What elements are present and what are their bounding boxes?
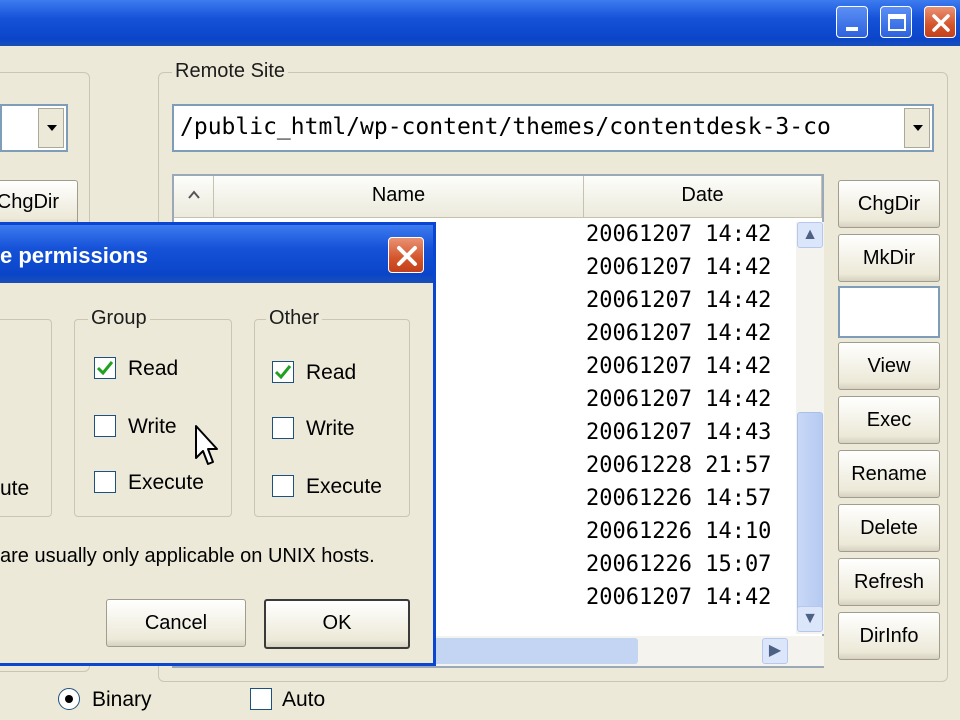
scrollbar-thumb[interactable]: [428, 638, 638, 664]
vertical-scrollbar[interactable]: ▲ ▼: [796, 222, 824, 634]
scroll-up-icon[interactable]: ▲: [797, 222, 823, 248]
dirinfo-button[interactable]: DirInfo: [838, 612, 940, 660]
maximize-icon[interactable]: [880, 6, 912, 38]
list-item-date[interactable]: 20061207 14:43: [586, 420, 794, 453]
list-item-date[interactable]: 20061226 15:07: [586, 552, 794, 585]
chevron-down-icon[interactable]: [38, 108, 64, 148]
minimize-icon[interactable]: [836, 6, 868, 38]
list-item-date[interactable]: 20061207 14:42: [586, 354, 794, 387]
remote-path-combo[interactable]: /public_html/wp-content/themes/contentde…: [172, 104, 934, 152]
rename-button[interactable]: Rename: [838, 450, 940, 498]
column-header-name[interactable]: Name: [214, 176, 584, 218]
list-item-date[interactable]: 20061226 14:10: [586, 519, 794, 552]
group-label: Group: [88, 307, 150, 330]
group-execute-checkbox[interactable]: [94, 471, 116, 493]
ok-button[interactable]: OK: [264, 599, 410, 649]
cancel-button[interactable]: Cancel: [106, 599, 246, 647]
group-read-label: Read: [128, 357, 179, 380]
column-header-date[interactable]: Date: [584, 176, 822, 218]
list-item-date[interactable]: 20061228 21:57: [586, 453, 794, 486]
other-label: Other: [266, 307, 323, 330]
auto-checkbox[interactable]: [250, 688, 272, 710]
scroll-right-icon[interactable]: ▶: [762, 638, 788, 664]
remote-filter-input[interactable]: [838, 286, 940, 338]
list-item-date[interactable]: 20061207 14:42: [586, 387, 794, 420]
list-item-date[interactable]: 20061207 14:42: [586, 585, 794, 618]
exec-button[interactable]: Exec: [838, 396, 940, 444]
other-write-label: Write: [306, 417, 355, 440]
sort-up-icon[interactable]: [174, 176, 214, 218]
auto-label: Auto: [282, 688, 326, 711]
close-icon[interactable]: [924, 6, 956, 38]
local-chgdir-button[interactable]: ChgDir: [0, 180, 78, 226]
unix-note: are usually only applicable on UNIX host…: [0, 545, 375, 567]
horizontal-scrollbar[interactable]: ▶: [428, 636, 824, 666]
remote-path-text: /public_html/wp-content/themes/contentde…: [180, 114, 831, 140]
window-title-bar: [0, 0, 960, 46]
list-item-date[interactable]: 20061226 14:57: [586, 486, 794, 519]
remote-site-label: Remote Site: [172, 60, 289, 83]
other-write-checkbox[interactable]: [272, 417, 294, 439]
mkdir-button[interactable]: MkDir: [838, 234, 940, 282]
list-item-date[interactable]: 20061207 14:42: [586, 288, 794, 321]
owner-execute-label: ute: [0, 477, 30, 500]
scrollbar-thumb[interactable]: [797, 412, 823, 612]
scroll-down-icon[interactable]: ▼: [797, 606, 823, 632]
remote-chgdir-button[interactable]: ChgDir: [838, 180, 940, 228]
close-icon[interactable]: [388, 237, 424, 273]
binary-label: Binary: [92, 688, 152, 711]
view-button[interactable]: View: [838, 342, 940, 390]
mouse-cursor-icon: [195, 425, 218, 465]
list-item-date[interactable]: 20061207 14:42: [586, 222, 794, 255]
other-read-label: Read: [306, 361, 357, 384]
group-write-checkbox[interactable]: [94, 415, 116, 437]
chevron-down-icon[interactable]: [904, 108, 930, 148]
local-path-combo[interactable]: [0, 104, 68, 152]
delete-button[interactable]: Delete: [838, 504, 940, 552]
list-item-date[interactable]: 20061207 14:42: [586, 255, 794, 288]
binary-radio[interactable]: [58, 688, 80, 710]
group-execute-label: Execute: [128, 471, 204, 494]
list-item-date[interactable]: 20061207 14:42: [586, 321, 794, 354]
dialog-title: e permissions: [0, 243, 148, 268]
dialog-title-bar: e permissions: [0, 225, 433, 283]
other-execute-checkbox[interactable]: [272, 475, 294, 497]
other-execute-label: Execute: [306, 475, 382, 498]
group-write-label: Write: [128, 415, 177, 438]
group-read-checkbox[interactable]: [94, 357, 116, 379]
refresh-button[interactable]: Refresh: [838, 558, 940, 606]
other-read-checkbox[interactable]: [272, 361, 294, 383]
